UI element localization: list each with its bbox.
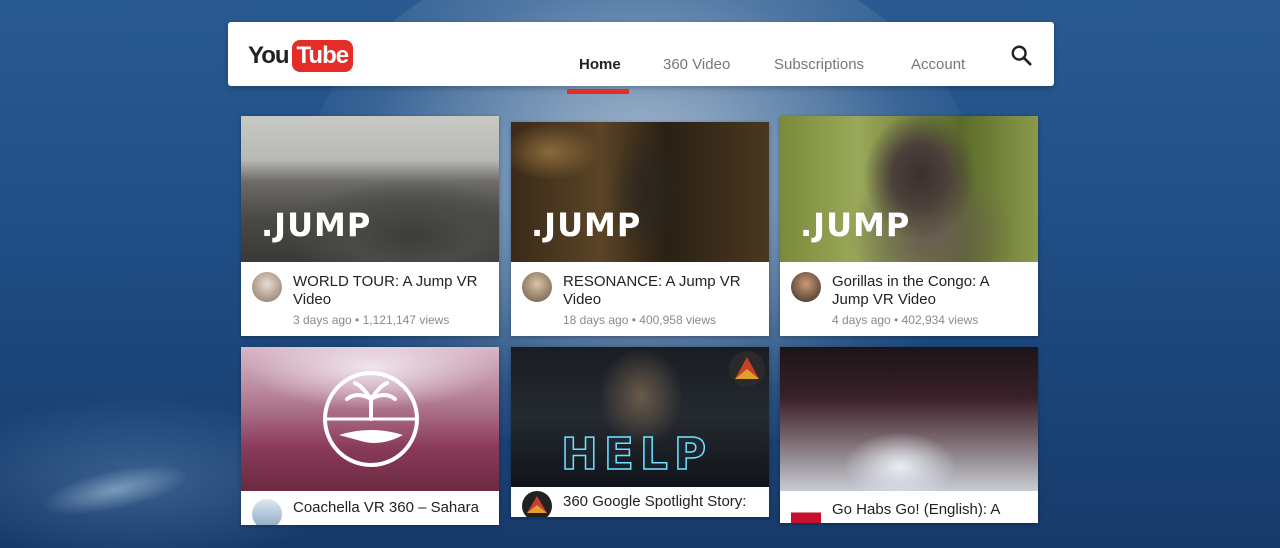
spotlight-triangle-icon [735,357,759,379]
video-thumbnail[interactable]: .JUMP [511,122,769,262]
video-views: 1,121,147 views [362,313,450,327]
stats-separator: • [628,313,640,327]
channel-avatar[interactable] [791,272,821,302]
video-title[interactable]: Coachella VR 360 – Sahara [293,499,489,517]
video-title[interactable]: 360 Google Spotlight Story: [563,493,759,511]
channel-avatar[interactable] [791,499,821,523]
video-card[interactable]: .JUMP RESONANCE: A Jump VR Video 18 days… [511,122,769,336]
video-meta: RESONANCE: A Jump VR Video 18 days ago •… [511,262,769,336]
video-thumbnail[interactable]: HELP [511,347,769,487]
top-bar: You Tube Home 360 Video Subscriptions Ac… [228,22,1054,94]
tab-account[interactable]: Account [911,56,965,73]
tab-360-video[interactable]: 360 Video [663,56,730,73]
video-card[interactable]: .JUMP Gorillas in the Congo: A Jump VR V… [780,116,1038,336]
jump-logo: .JUMP [531,206,642,244]
video-title[interactable]: WORLD TOUR: A Jump VR Video [293,273,489,309]
spotlight-badge [729,351,765,387]
palm-tree-logo-icon [323,371,419,467]
video-stats: 18 days ago • 400,958 views [563,313,716,327]
active-tab-indicator [567,89,629,94]
tab-home[interactable]: Home [579,56,621,73]
video-thumbnail[interactable] [241,347,499,491]
video-title[interactable]: Gorillas in the Congo: A Jump VR Video [832,273,1028,309]
video-card[interactable]: HELP 360 Google Spotlight Story: [511,347,769,517]
channel-avatar[interactable] [252,272,282,302]
video-views: 400,958 views [639,313,716,327]
video-meta: Coachella VR 360 – Sahara [241,491,499,525]
video-thumbnail[interactable]: .JUMP [780,116,1038,262]
jump-logo: .JUMP [800,206,911,244]
video-meta: WORLD TOUR: A Jump VR Video 3 days ago •… [241,262,499,336]
video-stats: 3 days ago • 1,121,147 views [293,313,449,327]
channel-avatar[interactable] [522,272,552,302]
channel-avatar[interactable] [522,491,552,517]
video-age: 4 days ago [832,313,891,327]
tab-subscriptions[interactable]: Subscriptions [774,56,864,73]
video-meta: 360 Google Spotlight Story: [511,487,769,517]
video-age: 18 days ago [563,313,629,327]
main-nav: Home 360 Video Subscriptions Account [228,22,1054,94]
video-card[interactable]: Go Habs Go! (English): A [780,347,1038,523]
video-title[interactable]: Go Habs Go! (English): A [832,501,1028,519]
video-age: 3 days ago [293,313,352,327]
stats-separator: • [351,313,363,327]
help-overlay-text: HELP [560,428,713,481]
channel-avatar[interactable] [252,499,282,525]
stats-separator: • [890,313,902,327]
video-thumbnail[interactable] [780,347,1038,491]
spotlight-avatar-icon [527,496,547,513]
video-card[interactable]: .JUMP WORLD TOUR: A Jump VR Video 3 days… [241,116,499,336]
video-card[interactable]: Coachella VR 360 – Sahara [241,347,499,525]
video-meta: Go Habs Go! (English): A [780,491,1038,523]
video-title[interactable]: RESONANCE: A Jump VR Video [563,273,759,309]
video-stats: 4 days ago • 402,934 views [832,313,978,327]
jump-logo: .JUMP [261,206,372,244]
video-thumbnail[interactable]: .JUMP [241,116,499,262]
video-views: 402,934 views [901,313,979,327]
background-fish [37,454,193,526]
search-icon[interactable] [1010,44,1032,66]
video-meta: Gorillas in the Congo: A Jump VR Video 4… [780,262,1038,336]
